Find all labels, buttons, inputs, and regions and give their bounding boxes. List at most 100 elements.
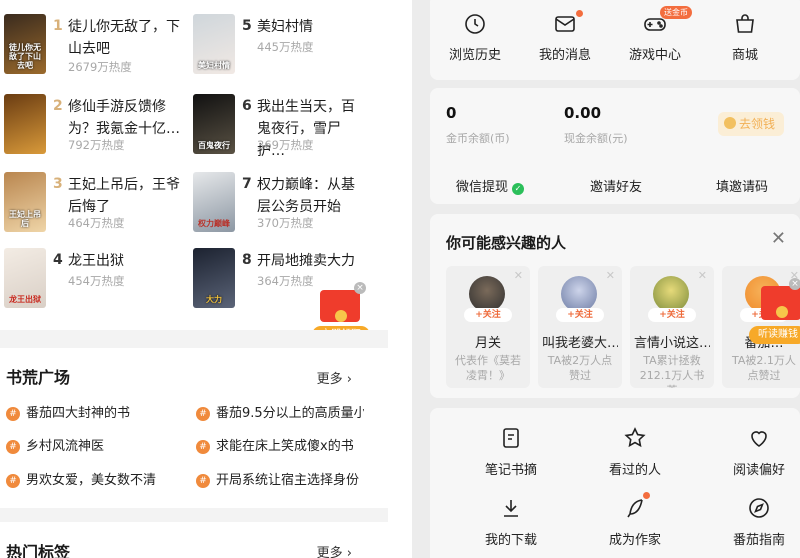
cover-title: 权力巅峰 xyxy=(198,219,230,228)
rank-item[interactable]: 王妃上吊后 3 王妃上吊后，王爷后悔了 464万热度 xyxy=(4,172,184,234)
topic-label: 开局系统让宿主选择身份 xyxy=(216,473,360,488)
cash-balance[interactable]: 0.00 xyxy=(564,104,601,122)
more-link[interactable]: 更多 › xyxy=(317,542,352,558)
follow-button[interactable]: +关注 xyxy=(464,308,512,322)
dismiss-icon[interactable]: ✕ xyxy=(698,269,707,282)
viewed-people-label: 看过的人 xyxy=(608,463,661,478)
wechat-withdraw-button[interactable]: 微信提现 ✓ xyxy=(456,176,525,195)
heat-count: 454万热度 xyxy=(68,274,125,288)
become-writer-button[interactable]: 成为作家 xyxy=(590,492,680,552)
person-name: 月关 xyxy=(474,336,501,351)
pane-gap xyxy=(388,0,412,558)
book-cover: 百鬼夜行 xyxy=(193,94,235,154)
wechat-check-icon: ✓ xyxy=(512,183,525,195)
rank-item[interactable]: 龙王出狱 4 龙王出狱 454万热度 xyxy=(4,248,184,310)
coin-balance[interactable]: 0 xyxy=(446,104,456,122)
history-button[interactable]: 浏览历史 xyxy=(430,8,520,68)
reading-preference-button[interactable]: 阅读偏好 xyxy=(714,426,800,482)
cover-title: 徒儿你无敌了下山去吧 xyxy=(9,43,41,70)
rank-item[interactable]: 2 修仙手游反馈修为？我氪金十亿… 792万热度 xyxy=(4,94,184,156)
unread-dot xyxy=(576,10,583,17)
coin-icon xyxy=(723,117,736,129)
follow-button[interactable]: +关注 xyxy=(648,308,696,322)
guide-button[interactable]: 番茄指南 xyxy=(714,496,800,552)
topic-tag[interactable]: # 番茄9.5分以上的高质量小 xyxy=(196,402,364,424)
heat-count: 792万热度 xyxy=(68,138,125,152)
rank-number: 2 xyxy=(53,98,63,114)
guide-label: 番茄指南 xyxy=(732,533,785,548)
person-description: TA被2.1万人点赞过 xyxy=(732,354,796,382)
book-title: 开局地摊卖大力 xyxy=(257,253,355,269)
close-icon[interactable]: × xyxy=(789,278,800,290)
red-packet-label: 听读赚钱 xyxy=(749,326,800,344)
book-cover: 美妇村情 xyxy=(193,14,235,74)
notes-button[interactable]: 笔记书摘 xyxy=(466,426,556,482)
rank-item[interactable]: 徒儿你无敌了下山去吧 1 徒儿你无敌了，下山去吧 2679万热度 xyxy=(4,14,184,76)
red-packet-icon xyxy=(320,290,360,322)
collect-money-button[interactable]: 去领钱 xyxy=(717,112,784,136)
shop-button[interactable]: 商城 xyxy=(700,8,790,68)
suggested-people-card: 你可能感兴趣的人 ✕ ✕ +关注 月关 代表作《莫若凌霄！》 ✕ +关注 叫我老… xyxy=(430,214,800,398)
invite-friends-button[interactable]: 邀请好友 xyxy=(590,176,642,195)
hash-icon: # xyxy=(196,407,210,421)
cover-title: 百鬼夜行 xyxy=(198,141,230,150)
rank-number: 8 xyxy=(242,252,252,268)
viewed-people-button[interactable]: 看过的人 xyxy=(590,426,680,482)
follow-button[interactable]: +关注 xyxy=(556,308,604,322)
more-link[interactable]: 更多 › xyxy=(317,368,352,387)
history-label: 浏览历史 xyxy=(448,48,501,63)
hash-icon: # xyxy=(6,407,20,421)
book-title: 龙王出狱 xyxy=(68,253,124,269)
topic-tag[interactable]: # 男欢女爱，美女数不清 xyxy=(6,469,182,491)
downloads-button[interactable]: 我的下载 xyxy=(466,496,556,552)
download-icon xyxy=(504,500,518,517)
cash-balance-label: 现金余额(元) xyxy=(564,132,628,145)
book-store-pane: 徒儿你无敌了下山去吧 1 徒儿你无敌了，下山去吧 2679万热度 2 修仙手游反… xyxy=(0,0,388,558)
dismiss-icon[interactable]: ✕ xyxy=(514,269,523,282)
history-icon xyxy=(465,14,485,34)
heat-count: 464万热度 xyxy=(68,216,125,230)
messages-button[interactable]: 我的消息 xyxy=(520,8,610,68)
red-packet-icon xyxy=(761,286,800,320)
notes-label: 笔记书摘 xyxy=(484,463,537,478)
book-title: 修仙手游反馈修为？我氪金十亿… xyxy=(68,99,180,137)
rank-item[interactable]: 美妇村情 5 美妇村情 445万热度 xyxy=(193,14,363,76)
topic-label: 求能在床上笑成傻x的书 xyxy=(216,439,354,454)
person-name: 叫我老婆大… xyxy=(542,336,618,351)
cover-title: 王妃上吊后 xyxy=(9,210,41,228)
red-packet-float[interactable]: × 听读赚钱 xyxy=(749,278,800,346)
person-card[interactable]: ✕ +关注 月关 代表作《莫若凌霄！》 xyxy=(446,266,530,388)
collect-money-label: 去领钱 xyxy=(738,117,775,131)
topic-tag[interactable]: # 乡村风流神医 xyxy=(6,435,182,457)
quick-menu-card: 浏览历史 我的消息 送金币 游戏中心 商城 xyxy=(430,0,800,80)
cover-title: 美妇村情 xyxy=(198,61,230,70)
dismiss-icon[interactable]: ✕ xyxy=(606,269,615,282)
game-center-button[interactable]: 送金币 游戏中心 xyxy=(610,6,700,68)
section-title: 热门标签 xyxy=(6,543,71,558)
book-cover xyxy=(4,94,46,154)
avatar xyxy=(469,276,505,312)
person-description: TA累计拯救212.1万人书荒 xyxy=(639,354,705,388)
person-card[interactable]: ✕ +关注 言情小说这… TA累计拯救212.1万人书荒 xyxy=(630,266,714,388)
topic-tag[interactable]: # 番茄四大封神的书 xyxy=(6,402,182,424)
book-plaza-section: 书荒广场 更多 › # 番茄四大封神的书 # 番茄9.5分以上的高质量小 # 乡村风流… xyxy=(0,348,364,508)
note-icon xyxy=(503,428,519,448)
book-title: 权力巅峰：从基层公务员开始 xyxy=(257,177,355,215)
heat-count: 445万热度 xyxy=(257,40,314,54)
section-divider xyxy=(0,330,388,348)
star-icon xyxy=(624,427,646,448)
heat-count: 364万热度 xyxy=(257,274,314,288)
rank-number: 4 xyxy=(53,252,63,268)
close-icon[interactable]: ✕ xyxy=(771,228,786,249)
enter-invite-code-button[interactable]: 填邀请码 xyxy=(716,176,768,195)
person-card[interactable]: ✕ +关注 叫我老婆大… TA被2万人点赞过 xyxy=(538,266,622,388)
topic-tag[interactable]: # 求能在床上笑成傻x的书 xyxy=(196,435,364,457)
coin-balance-label: 金币余额(币) xyxy=(446,132,510,145)
close-icon[interactable]: × xyxy=(354,282,366,294)
heat-count: 370万热度 xyxy=(257,216,314,230)
reading-preference-label: 阅读偏好 xyxy=(732,463,785,478)
topic-tag[interactable]: # 开局系统让宿主选择身份 xyxy=(196,469,364,491)
section-title: 你可能感兴趣的人 xyxy=(446,234,567,252)
rank-item[interactable]: 权力巅峰 7 权力巅峰：从基层公务员开始 370万热度 xyxy=(193,172,363,234)
rank-item[interactable]: 百鬼夜行 6 我出生当天，百鬼夜行，雪尸护… 369万热度 xyxy=(193,94,363,159)
